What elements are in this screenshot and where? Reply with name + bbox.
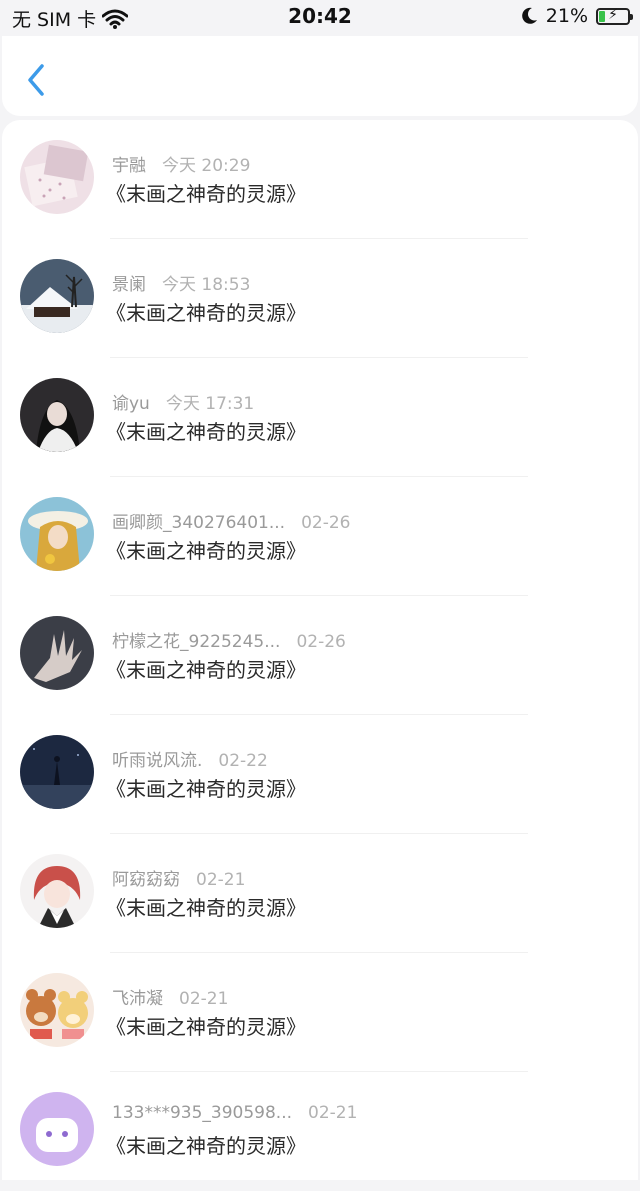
item-meta: 阿窈窈窈 02-21 [112,865,245,890]
item-meta: 听雨说风流. 02-22 [112,746,268,771]
book-title: 《末画之神奇的灵源》 [106,658,306,682]
book-title: 《末画之神奇的灵源》 [106,896,306,920]
item-time: 今天 20:29 [162,156,251,176]
avatar[interactable] [20,854,94,928]
battery-percent: 21% [545,5,588,27]
user-name: 柠檬之花_9225245... [112,632,281,652]
list-item[interactable]: 飞沛凝 02-21 《末画之神奇的灵源》 [2,953,638,1072]
status-bar: 无 SIM 卡 20:42 21% ⚡ [0,0,640,36]
user-name: 景阑 [112,275,146,295]
book-title: 《末画之神奇的灵源》 [106,777,306,801]
avatar[interactable] [20,735,94,809]
item-time: 02-21 [196,870,246,890]
item-time: 02-21 [179,989,229,1009]
user-name: 画卿颜_340276401... [112,513,286,533]
avatar[interactable] [20,973,94,1047]
chevron-left-icon [28,64,44,96]
user-name: 飞沛凝 [112,989,163,1009]
user-name: 听雨说风流. [112,751,203,771]
item-meta: 飞沛凝 02-21 [112,984,228,1009]
item-meta: 谕yu 今天 17:31 [112,389,254,414]
list-item[interactable]: 133***935_390598... 02-21 《末画之神奇的灵源》 [2,1072,638,1191]
moon-icon [521,7,537,24]
book-title: 《末画之神奇的灵源》 [106,182,306,206]
user-name: 谕yu [112,394,150,414]
item-meta: 133***935_390598... 02-21 [112,1103,357,1123]
avatar[interactable] [20,1092,94,1166]
item-time: 02-21 [308,1103,358,1123]
avatar[interactable] [20,497,94,571]
reader-list: 宇融 今天 20:29 《末画之神奇的灵源》 景阑 今天 18:53 《末画之神奇的… [2,120,638,1180]
book-title: 《末画之神奇的灵源》 [106,420,306,444]
item-meta: 柠檬之花_9225245... 02-26 [112,627,346,652]
item-meta: 宇融 今天 20:29 [112,151,250,176]
item-time: 02-26 [296,632,346,652]
user-name: 阿窈窈窈 [112,870,180,890]
back-button[interactable] [20,60,52,100]
charging-bolt-icon: ⚡ [608,6,618,23]
user-name: 宇融 [112,156,146,176]
avatar[interactable] [20,616,94,690]
list-item[interactable]: 宇融 今天 20:29 《末画之神奇的灵源》 [2,120,638,239]
book-title: 《末画之神奇的灵源》 [106,539,306,563]
list-item[interactable]: 阿窈窈窈 02-21 《末画之神奇的灵源》 [2,834,638,953]
list-item[interactable]: 柠檬之花_9225245... 02-26 《末画之神奇的灵源》 [2,596,638,715]
avatar[interactable] [20,140,94,214]
avatar[interactable] [20,259,94,333]
item-time: 02-22 [218,751,268,771]
list-item[interactable]: 景阑 今天 18:53 《末画之神奇的灵源》 [2,239,638,358]
item-time: 今天 17:31 [165,394,255,414]
status-right: 21% ⚡ [521,5,633,27]
book-title: 《末画之神奇的灵源》 [106,1015,306,1039]
avatar[interactable] [20,378,94,452]
list-item[interactable]: 画卿颜_340276401... 02-26 《末画之神奇的灵源》 [2,477,638,596]
user-name: 133***935_390598... [112,1103,293,1123]
list-item[interactable]: 听雨说风流. 02-22 《末画之神奇的灵源》 [2,715,638,834]
header-bar [2,36,638,116]
item-meta: 景阑 今天 18:53 [112,270,250,295]
item-meta: 画卿颜_340276401... 02-26 [112,508,350,533]
item-time: 今天 18:53 [162,275,251,295]
item-time: 02-26 [301,513,351,533]
book-title: 《末画之神奇的灵源》 [106,301,306,325]
battery-tip [630,13,633,20]
book-title: 《末画之神奇的灵源》 [106,1134,306,1158]
list-item[interactable]: 谕yu 今天 17:31 《末画之神奇的灵源》 [2,358,638,477]
battery-icon: ⚡ [596,6,633,25]
